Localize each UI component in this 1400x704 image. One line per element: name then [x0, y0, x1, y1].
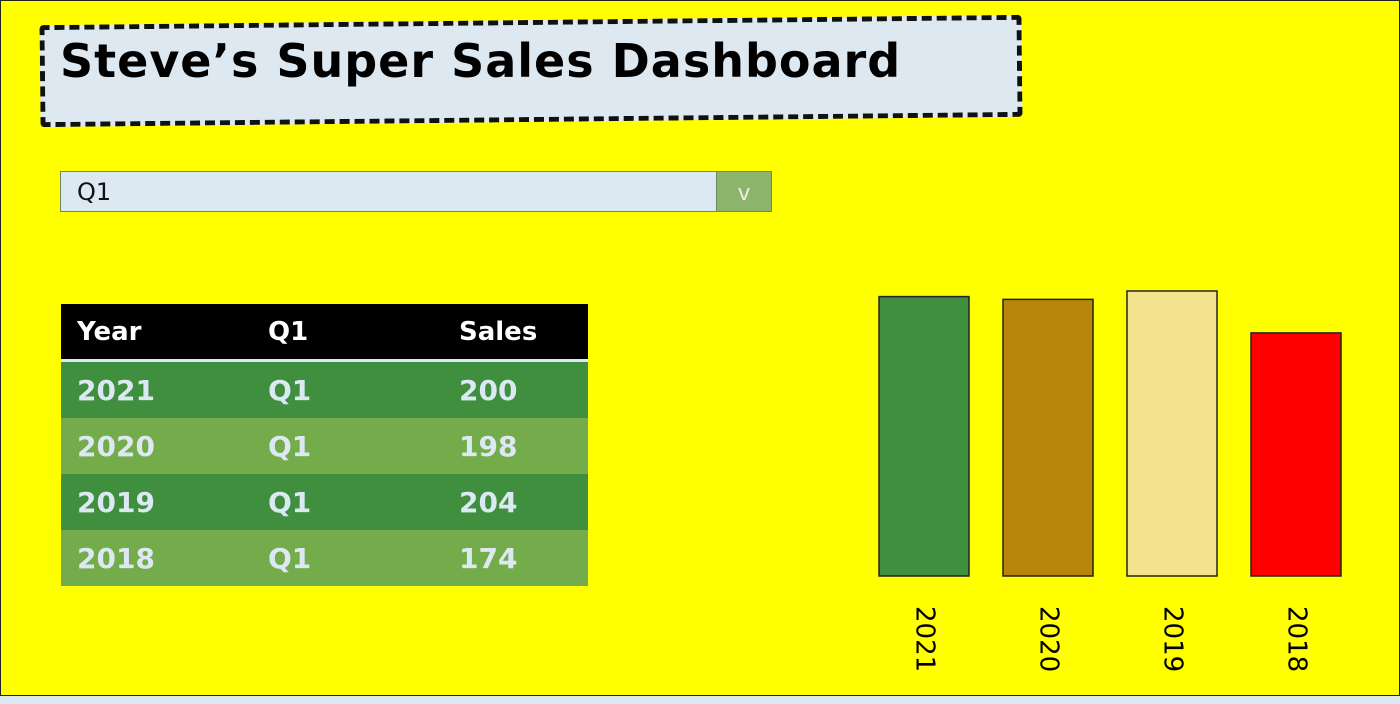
title-banner: Steve’s Super Sales Dashboard — [39, 14, 1023, 128]
quarter-dropdown[interactable]: Q1 v — [60, 171, 772, 212]
x-tick-label: 2018 — [1282, 606, 1312, 672]
header-quarter: Q1 — [252, 304, 443, 362]
table-header-row: Year Q1 Sales — [61, 304, 588, 362]
cell-quarter: Q1 — [252, 360, 443, 418]
chevron-down-icon[interactable]: v — [716, 172, 771, 211]
table-row: 2018 Q1 174 — [61, 530, 588, 586]
sales-bar-chart: 2021 2020 2019 2018 — [878, 290, 1342, 672]
cell-sales: 204 — [443, 474, 588, 530]
dropdown-selected-value: Q1 — [77, 178, 112, 206]
x-tick-label: 2019 — [1158, 606, 1188, 672]
header-sales: Sales — [443, 304, 588, 362]
sales-table: Year Q1 Sales 2021 Q1 200 2020 Q1 198 20… — [61, 304, 588, 586]
cell-sales: 198 — [443, 418, 588, 474]
cell-year: 2019 — [61, 474, 252, 530]
bar-2019 — [1126, 290, 1218, 577]
x-tick-label: 2021 — [910, 606, 940, 672]
table-row: 2020 Q1 198 — [61, 418, 588, 474]
cell-quarter: Q1 — [252, 474, 443, 530]
cell-sales: 174 — [443, 530, 588, 586]
sheet-bottom-strip — [0, 696, 1400, 704]
table-row: 2021 Q1 200 — [61, 360, 588, 418]
cell-sales: 200 — [443, 360, 588, 418]
cell-quarter: Q1 — [252, 530, 443, 586]
x-tick-label: 2020 — [1034, 606, 1064, 672]
bar-2020 — [1002, 298, 1094, 577]
bar-2021 — [878, 295, 970, 577]
header-year: Year — [61, 304, 252, 362]
table-row: 2019 Q1 204 — [61, 474, 588, 530]
cell-year: 2021 — [61, 360, 252, 418]
cell-year: 2020 — [61, 418, 252, 474]
cell-quarter: Q1 — [252, 418, 443, 474]
page-title: Steve’s Super Sales Dashboard — [60, 34, 902, 88]
bar-2018 — [1250, 332, 1342, 577]
cell-year: 2018 — [61, 530, 252, 586]
